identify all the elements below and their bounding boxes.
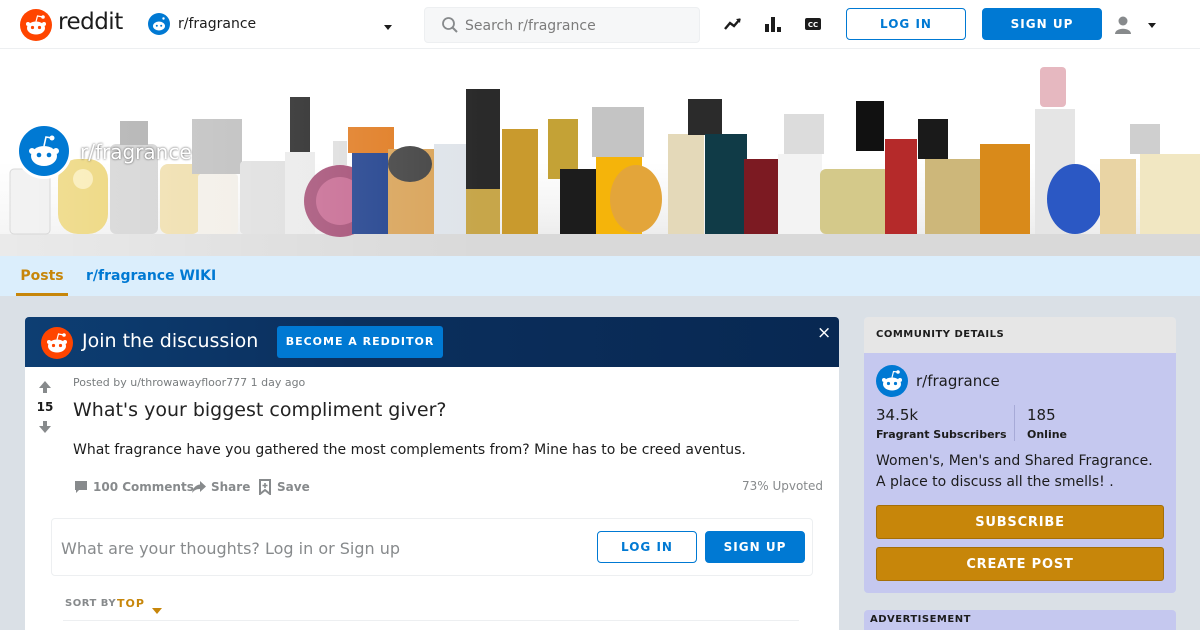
subreddit-name: r/fragrance [178,16,257,32]
comments-button[interactable]: 100 Comments [73,477,194,497]
community-icon [16,123,72,179]
share-label: Share [211,480,251,494]
reddit-wordmark[interactable]: reddit [58,9,123,35]
comment-signup-button[interactable]: SIGN UP [705,531,805,563]
comments-label: 100 Comments [93,480,194,494]
subscribers-label: Fragrant Subscribers [876,428,1007,441]
community-details-header: COMMUNITY DETAILS [864,317,1176,353]
tab-wiki[interactable]: r/fragrance WIKI [86,256,216,296]
post-body: What fragrance have you gathered the mos… [73,442,746,458]
captions-icon[interactable]: CC [803,14,823,34]
share-icon [192,481,206,493]
search-icon [442,17,458,33]
advertisement-card: ADVERTISEMENT [864,610,1176,630]
top-header: reddit r/fragrance CC LOG IN SIGN UP [0,0,1200,49]
sort-dropdown[interactable]: TOP [117,597,145,610]
post-meta: Posted by u/throwawayfloor777 1 day ago [73,376,306,389]
advertisement-label: ADVERTISEMENT [870,614,971,625]
snoo-icon [29,135,59,166]
community-nav: Posts r/fragrance WIKI [0,256,1200,296]
community-details-card: COMMUNITY DETAILS r/fragrance 34.5k Frag… [864,317,1176,593]
trending-icon[interactable] [723,14,743,34]
snoo-icon [148,13,170,35]
sort-by-label: SORT BY [65,598,117,609]
search-box [424,7,700,43]
snoo-icon [876,365,908,397]
close-icon[interactable]: × [817,325,831,342]
subscribers-count: 34.5k [876,406,919,424]
subscribers-stat: 34.5k Fragrant Subscribers [876,406,1007,441]
stats-icon[interactable] [763,14,783,34]
online-label: Online [1027,428,1068,441]
login-button[interactable]: LOG IN [846,8,966,40]
save-button[interactable]: Save [257,477,313,497]
comment-prompt: What are your thoughts? Log in or Sign u… [61,539,401,558]
tab-posts[interactable]: Posts [16,256,68,296]
share-button[interactable]: Share [191,477,251,497]
stat-divider [1014,405,1015,441]
chevron-down-icon [1148,23,1156,28]
subscribe-button[interactable]: SUBSCRIBE [876,505,1164,539]
vote-score: 15 [36,400,54,414]
join-discussion-text: Join the discussion [82,330,259,352]
upvoted-percent: 73% Upvoted [741,479,823,493]
search-input[interactable] [465,16,685,36]
community-details-title: COMMUNITY DETAILS [876,329,1005,340]
save-icon [259,479,271,495]
create-post-button[interactable]: CREATE POST [876,547,1164,581]
reddit-logo-icon [41,327,73,359]
svg-text:CC: CC [808,21,818,29]
save-label: Save [277,480,310,494]
community-title: r/fragrance [80,140,192,164]
subreddit-selector[interactable]: r/fragrance [140,9,402,39]
comment-icon [75,481,87,493]
user-menu[interactable] [1112,12,1162,38]
join-discussion-bar: Join the discussion BECOME A REDDITOR × [25,317,839,367]
comment-login-button[interactable]: LOG IN [597,531,697,563]
signup-button[interactable]: SIGN UP [982,8,1102,40]
reddit-logo-icon[interactable] [20,9,52,41]
become-a-redditor-button[interactable]: BECOME A REDDITOR [277,326,443,358]
comment-login-box: What are your thoughts? Log in or Sign u… [51,518,813,576]
post-card: 15 Posted by u/throwawayfloor777 1 day a… [25,367,839,630]
downvote-icon[interactable] [38,419,52,438]
chevron-down-icon [382,18,394,37]
divider [63,620,799,621]
community-description: Women's, Men's and Shared Fragrance. A p… [876,453,1153,490]
online-count: 185 [1027,406,1056,424]
online-stat: 185 Online [1027,406,1067,441]
upvote-icon[interactable] [38,379,52,398]
community-name[interactable]: r/fragrance [916,372,1000,390]
post-title[interactable]: What's your biggest compliment giver? [73,399,446,421]
user-icon [1115,16,1131,34]
chevron-down-icon[interactable] [151,601,163,620]
